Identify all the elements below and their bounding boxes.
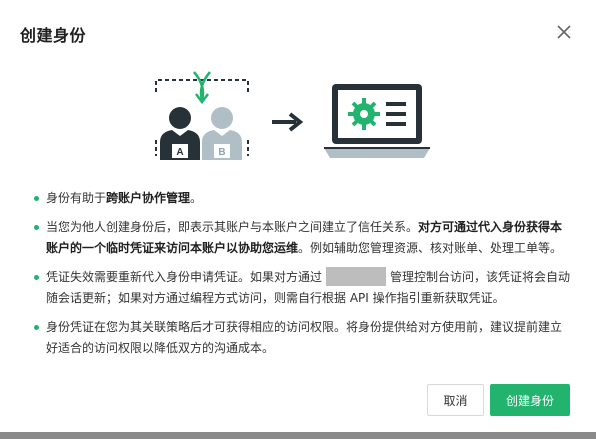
cancel-button[interactable]: 取消 (427, 384, 484, 416)
text: 当您为他人创建身份后，即表示其账户与本账户之间建立了信任关系。 (46, 220, 419, 234)
dialog-title: 创建身份 (20, 26, 87, 45)
text: 。例如辅助您管理资源、核对账单、处理工单等。 (298, 241, 563, 255)
arrow-right-icon (272, 112, 304, 132)
text: 身份凭证在您为其关联策略后才可获得相应的访问权限。将身份提供给对方使用前，建议提… (46, 320, 563, 355)
close-icon[interactable] (554, 22, 574, 42)
bottom-scrollbar (0, 432, 596, 439)
create-identity-dialog: 创建身份 A B 身份有助于跨账户协作管理。 当您为他人创建身份后，即表示其账户… (0, 0, 596, 439)
create-identity-button[interactable]: 创建身份 (490, 384, 570, 416)
text: 身份有助于 (46, 191, 107, 205)
bold-text: 跨账户协作管理 (106, 191, 191, 205)
text: 凭证失效需要重新代入身份申请凭证。如果对方通过 (46, 270, 323, 284)
two-users-swap-icon (155, 71, 249, 160)
redacted-text (326, 267, 387, 286)
user-b-label: B (218, 147, 225, 158)
text: 。 (190, 191, 203, 205)
identity-illustration: A B (155, 71, 430, 160)
user-a-label: A (176, 147, 183, 158)
info-list-item: 身份凭证在您为其关联策略后才可获得相应的访问权限。将身份提供给对方使用前，建议提… (32, 317, 572, 359)
info-list: 身份有助于跨账户协作管理。当您为他人创建身份后，即表示其账户与本账户之间建立了信… (32, 188, 572, 367)
info-list-item: 身份有助于跨账户协作管理。 (32, 188, 572, 209)
info-list-item: 凭证失效需要重新代入身份申请凭证。如果对方通过 管理控制台访问，该凭证将会自动随会… (32, 267, 572, 309)
laptop-gear-icon (324, 84, 430, 158)
info-list-item: 当您为他人创建身份后，即表示其账户与本账户之间建立了信任关系。对方可通过代入身份… (32, 217, 572, 259)
